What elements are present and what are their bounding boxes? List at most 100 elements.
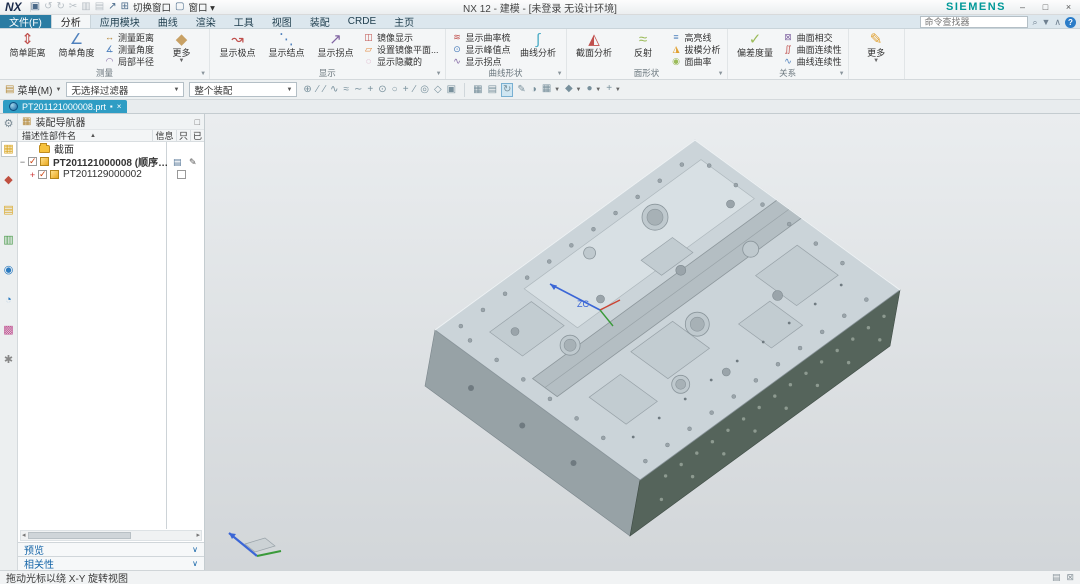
view-fit-icon[interactable]: ▦ (472, 83, 483, 97)
close-tab-icon[interactable]: × (117, 102, 122, 111)
copy-icon[interactable]: ▥ (81, 1, 90, 13)
dialog-launcher-icon[interactable]: ▼ (839, 71, 845, 77)
reflection-button[interactable]: ≈ 反射 (619, 30, 668, 58)
horizontal-scrollbar[interactable]: ◂ ▸ (20, 530, 202, 541)
snap-point-icon[interactable]: + (402, 83, 410, 97)
dialog-launcher-icon[interactable]: ▼ (557, 71, 563, 77)
close-button[interactable]: × (1062, 2, 1075, 12)
tree-row[interactable]: + PT201129000002 (18, 168, 204, 181)
filter-icon[interactable]: ▼ (1041, 16, 1050, 28)
view-effects-icon[interactable]: + ▼ (605, 82, 622, 97)
menu-button[interactable]: ▤ 菜单(M) ▼ (5, 82, 61, 97)
dialog-launcher-icon[interactable]: ▼ (718, 71, 724, 77)
set-mirror-plane-button[interactable]: ▱ 设置镜像平面... (360, 43, 442, 55)
snap-face-icon[interactable]: ◇ (433, 83, 443, 97)
roles-gear-icon[interactable]: ⚙ (1, 117, 17, 131)
status-grid-icon[interactable]: ▤ (1052, 572, 1061, 583)
curve-continuity-button[interactable]: ∿ 曲线连续性 (780, 55, 845, 67)
snap-midpoint-icon[interactable]: ∕ (322, 83, 326, 97)
search-icon[interactable]: ⌕ (1032, 16, 1037, 28)
section-analysis-button[interactable]: ◭ 截面分析 (570, 30, 619, 58)
status-clip-icon[interactable]: ⊠ (1066, 572, 1074, 583)
scroll-right-icon[interactable]: ▸ (196, 531, 200, 540)
snap-circle-icon[interactable]: ○ (391, 83, 399, 97)
tab-CRDE[interactable]: CRDE (339, 15, 385, 28)
preview-section[interactable]: 预览 ∨ (18, 542, 204, 557)
snap-quadrant-icon[interactable]: ◎ (419, 83, 430, 97)
curve-analysis-button[interactable]: ∫ 曲线分析 (514, 30, 563, 58)
snap-endpoint-icon[interactable]: ∕ (316, 83, 320, 97)
snap-arc-center-icon[interactable]: ⊙ (377, 83, 387, 97)
constraint-navigator-icon[interactable]: ◆ (1, 173, 17, 187)
dependencies-section[interactable]: 相关性 ∨ (18, 556, 204, 571)
show-poles-button[interactable]: ↝ 显示极点 (213, 30, 262, 58)
history-icon[interactable]: ◔ (1, 293, 17, 307)
show-curvature-comb-button[interactable]: ≋ 显示曲率梳 (449, 31, 514, 43)
tab-视图[interactable]: 视图 (263, 15, 301, 29)
expander-icon[interactable]: − (18, 157, 27, 167)
switch-window-button-label[interactable]: 切换窗口 (133, 0, 171, 14)
measure-more-button[interactable]: ◆ 更多 ▼ (157, 30, 206, 64)
tab-渲染[interactable]: 渲染 (187, 15, 225, 29)
show-hidden-button[interactable]: ◌ 显示隐藏的 (360, 55, 442, 67)
part-tab[interactable]: PT201121000008.prt ▪ × (3, 100, 128, 113)
snap-tangent-icon[interactable]: ∕ (413, 83, 417, 97)
dialog-launcher-icon[interactable]: ▼ (436, 71, 442, 77)
sort-ascending-icon[interactable]: ▲ (90, 133, 96, 139)
help-icon[interactable]: ? (1065, 16, 1076, 28)
snap-pole-icon[interactable]: ∿ (329, 83, 339, 97)
command-finder-input[interactable] (920, 16, 1029, 28)
view-style-icon[interactable]: ◆ ▼ (564, 82, 582, 97)
deviation-gauge-button[interactable]: ✓ 偏差度量 (731, 30, 780, 58)
window-menu-button-label[interactable]: 窗口 ▾ (188, 0, 214, 14)
show-inflections-button[interactable]: ∿ 显示拐点 (449, 55, 514, 67)
surface-intersection-button[interactable]: ⊠ 曲面相交 (780, 31, 845, 43)
minimize-button[interactable]: – (1016, 2, 1029, 12)
column-modified-label[interactable]: 已 (190, 130, 204, 141)
visualization-icon[interactable]: ▩ (1, 323, 17, 337)
scroll-left-icon[interactable]: ◂ (22, 531, 26, 540)
paste-icon[interactable]: ▤ (95, 1, 104, 13)
tree-column-header[interactable]: 描述性部件名 ▲ 信息 只 已 (18, 129, 204, 142)
pin-icon[interactable]: ▪ (110, 102, 113, 111)
scrollbar-thumb[interactable] (27, 532, 132, 539)
selection-filter-dropdown[interactable]: 无选择过滤器 ▼ (66, 82, 185, 97)
readonly-checkbox[interactable] (177, 170, 186, 179)
highlight-lines-button[interactable]: ≡ 高亮线 (668, 31, 724, 43)
tree-row[interactable]: − PT201121000008 (顺序: 时... ▤ ✎ (18, 155, 204, 169)
tree-row-label[interactable]: PT201129000002 (61, 169, 142, 180)
tab-主页[interactable]: 主页 (385, 15, 423, 29)
view-rotate-icon[interactable]: ↻ (501, 82, 514, 97)
show-peak-points-button[interactable]: ⊙ 显示峰值点 (449, 43, 514, 55)
redo-icon[interactable]: ↻ (57, 1, 65, 13)
snap-grid-icon[interactable]: ▣ (446, 83, 457, 97)
snap-intersection-icon[interactable]: + (366, 83, 374, 97)
ribbon-more-button[interactable]: ✎ 更多 ▼ (852, 30, 901, 64)
simple-angle-button[interactable]: ∠ 简单角度 (52, 30, 101, 58)
measure-distance-button[interactable]: ↔ 测量距离 (101, 31, 157, 43)
component-checkbox[interactable] (38, 169, 47, 180)
save-icon[interactable]: ▣ (31, 1, 40, 13)
snap-curve-icon[interactable]: ∼ (353, 83, 363, 97)
selection-scope-dropdown[interactable]: 整个装配 ▼ (189, 82, 298, 97)
cut-icon[interactable]: ✂ (69, 1, 77, 13)
cad-model-view[interactable]: ZC (205, 114, 1079, 570)
measure-angle-button[interactable]: ∡ 测量角度 (101, 43, 157, 55)
reuse-library-icon[interactable]: ▥ (1, 233, 17, 247)
tab-应用模块[interactable]: 应用模块 (91, 15, 149, 29)
show-knots-button[interactable]: ⋱ 显示结点 (262, 30, 311, 58)
panel-float-icon[interactable]: □ (195, 117, 200, 127)
show-inflection-button[interactable]: ↗ 显示拐点 (311, 30, 360, 58)
column-info-label[interactable]: 信息 (152, 130, 176, 141)
tab-工具[interactable]: 工具 (225, 15, 263, 29)
expander-icon[interactable]: + (28, 170, 37, 180)
snap-spline-icon[interactable]: ≈ (343, 83, 351, 97)
tab-曲线[interactable]: 曲线 (149, 15, 187, 29)
view-orient-icon[interactable]: ▦ ▼ (541, 82, 561, 97)
simple-distance-button[interactable]: ⇕ 简单距离 (3, 30, 52, 58)
draft-analysis-button[interactable]: ◮ 拔模分析 (668, 43, 724, 55)
machining-icon[interactable]: ✱ (1, 353, 17, 367)
column-name-label[interactable]: 描述性部件名 (22, 129, 76, 142)
part-navigator-icon[interactable]: ▤ (1, 203, 17, 217)
undo-icon[interactable]: ↺ (44, 1, 52, 13)
